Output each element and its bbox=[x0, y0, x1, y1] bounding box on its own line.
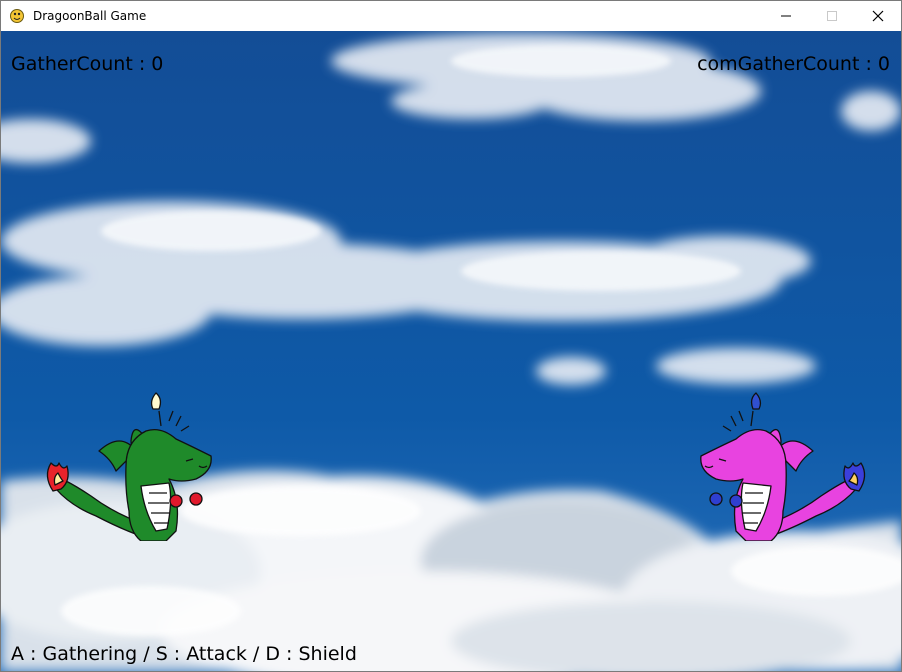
player-dragon bbox=[46, 392, 212, 541]
maximize-icon bbox=[827, 11, 837, 21]
close-icon bbox=[872, 10, 884, 22]
game-window: DragoonBall Game GatherCount: 0 comGath… bbox=[0, 0, 902, 672]
minimize-button[interactable] bbox=[763, 1, 809, 31]
maximize-button[interactable] bbox=[809, 1, 855, 31]
title-bar[interactable]: DragoonBall Game bbox=[1, 1, 901, 31]
window-title: DragoonBall Game bbox=[33, 9, 147, 23]
computer-dragon bbox=[700, 392, 866, 541]
pygame-snake-icon bbox=[10, 9, 24, 23]
sky-background bbox=[1, 31, 901, 671]
controls-help-text: A : Gathering / S : Attack / D : Shield bbox=[11, 643, 357, 665]
game-canvas[interactable]: GatherCount : 0 comGatherCount : 0 A : G… bbox=[1, 31, 901, 671]
com-gather-count: comGatherCount : 0 bbox=[697, 53, 890, 75]
player-gather-count: GatherCount : 0 bbox=[11, 53, 164, 75]
close-button[interactable] bbox=[855, 1, 901, 31]
window-controls bbox=[763, 1, 901, 31]
minimize-icon bbox=[781, 15, 791, 17]
